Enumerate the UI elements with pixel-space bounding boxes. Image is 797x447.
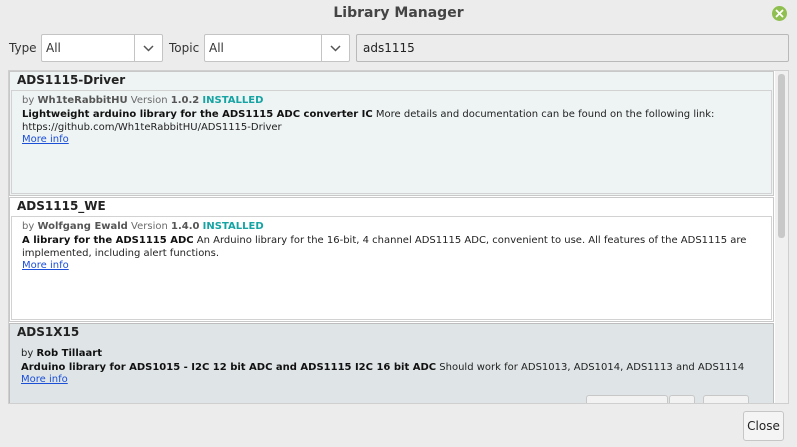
filter-bar: Type All Topic All (0, 34, 797, 64)
topic-label: Topic (169, 41, 200, 55)
title-bar: Library Manager (0, 0, 797, 28)
installed-badge: INSTALLED (202, 221, 264, 232)
list-scrollbar[interactable] (775, 71, 788, 403)
library-meta: by Rob Tillaart (21, 348, 102, 359)
more-info-link[interactable]: More info (22, 134, 69, 145)
type-label: Type (9, 41, 37, 55)
library-name: ADS1115_WE (17, 199, 106, 213)
type-select[interactable]: All (41, 34, 163, 62)
version-select[interactable] (586, 395, 668, 403)
library-list: ADS1115-Driver by Wh1teRabbitHU Version … (8, 70, 789, 404)
install-button[interactable] (703, 395, 749, 403)
library-version: 1.4.0 (171, 221, 200, 232)
library-description: A library for the ADS1115 ADC An Arduino… (22, 235, 747, 259)
library-author: Rob Tillaart (36, 348, 102, 359)
library-description: Lightweight arduino library for the ADS1… (22, 109, 715, 133)
library-description: Arduino library for ADS1015 - I2C 12 bit… (21, 362, 745, 373)
library-name: ADS1115-Driver (17, 73, 126, 87)
window-title: Library Manager (333, 5, 464, 21)
library-meta: by Wolfgang Ewald Version 1.4.0 INSTALLE… (22, 221, 264, 232)
library-meta: by Wh1teRabbitHU Version 1.0.2 INSTALLED (22, 95, 264, 106)
library-details: by Wolfgang Ewald Version 1.4.0 INSTALLE… (11, 216, 772, 320)
search-input[interactable] (356, 34, 789, 62)
close-button[interactable]: Close (743, 411, 784, 441)
chevron-down-icon[interactable] (321, 35, 349, 61)
chevron-down-icon[interactable] (134, 35, 162, 61)
library-author: Wh1teRabbitHU (37, 95, 128, 106)
list-item[interactable]: ADS1115-Driver by Wh1teRabbitHU Version … (9, 71, 774, 196)
list-item[interactable]: ADS1X15 by Rob Tillaart Arduino library … (9, 323, 774, 403)
topic-select[interactable]: All (204, 34, 350, 62)
window-close-button[interactable] (772, 6, 787, 21)
version-select-arrow[interactable] (669, 395, 695, 403)
close-icon (775, 9, 784, 18)
installed-badge: INSTALLED (202, 95, 264, 106)
scrollbar-thumb[interactable] (778, 74, 785, 238)
library-details: by Wh1teRabbitHU Version 1.0.2 INSTALLED… (11, 90, 772, 194)
topic-select-value: All (209, 41, 224, 55)
type-select-value: All (46, 41, 61, 55)
library-name: ADS1X15 (17, 325, 80, 339)
more-info-link[interactable]: More info (21, 374, 68, 385)
library-version: 1.0.2 (170, 95, 200, 106)
list-item[interactable]: ADS1115_WE by Wolfgang Ewald Version 1.4… (9, 197, 774, 322)
more-info-link[interactable]: More info (22, 260, 69, 271)
library-author: Wolfgang Ewald (37, 221, 128, 232)
